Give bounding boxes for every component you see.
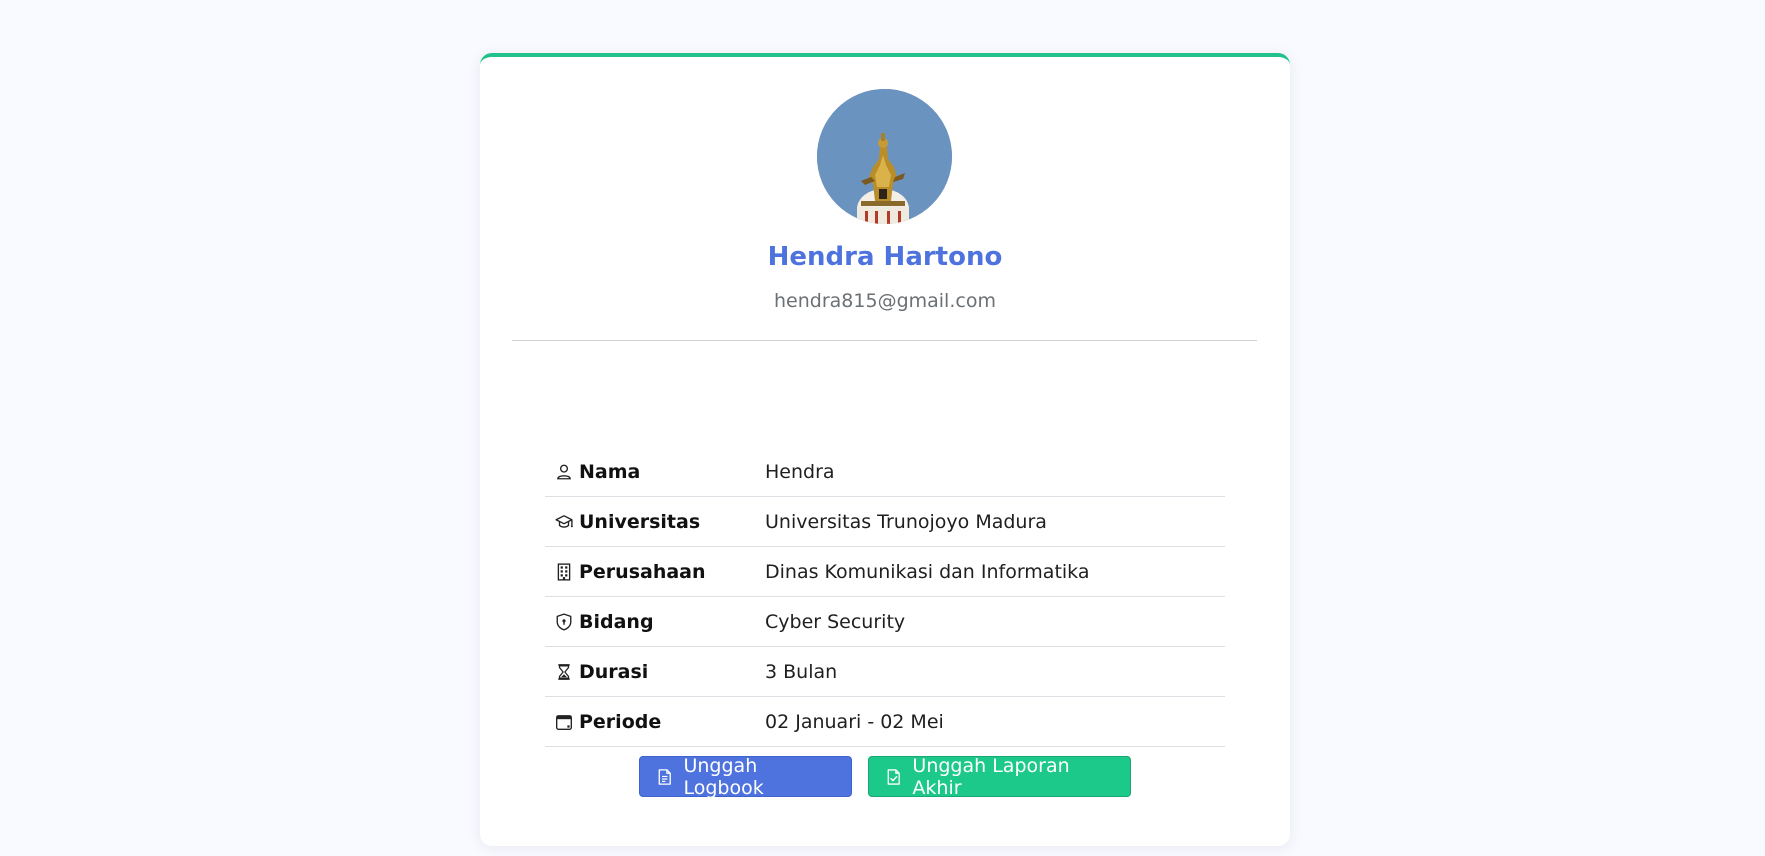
row-label: Durasi <box>579 660 649 683</box>
divider <box>512 340 1257 341</box>
row-label-cell: Perusahaan <box>545 561 765 583</box>
avatar-photo <box>817 89 952 224</box>
table-row: Bidang Cyber Security <box>545 597 1225 647</box>
profile-email: hendra815@gmail.com <box>774 290 996 312</box>
row-label: Bidang <box>579 610 654 633</box>
row-value: Hendra <box>765 460 835 483</box>
row-label-cell: Universitas <box>545 511 765 533</box>
profile-card: Hendra Hartono hendra815@gmail.com Nama … <box>480 53 1290 846</box>
row-label-cell: Periode <box>545 711 765 733</box>
profile-name: Hendra Hartono <box>767 242 1003 272</box>
file-check-icon <box>887 768 900 785</box>
upload-logbook-label: Unggah Logbook <box>683 754 764 799</box>
info-table: Nama Hendra Universitas Universitas Trun… <box>545 447 1225 747</box>
row-label: Perusahaan <box>579 560 706 583</box>
shield-icon <box>556 612 572 631</box>
row-value: 02 Januari - 02 Mei <box>765 710 944 733</box>
row-label-cell: Durasi <box>545 661 765 683</box>
row-value: 3 Bulan <box>765 660 838 683</box>
row-value: Cyber Security <box>765 610 906 633</box>
upload-final-report-button[interactable]: Unggah Laporan Akhir <box>868 754 1131 799</box>
row-label: Universitas <box>579 510 701 533</box>
upload-final-report-label: Unggah Laporan Akhir <box>912 754 1070 799</box>
row-label-cell: Bidang <box>545 611 765 633</box>
action-buttons: Unggah Logbook Unggah Laporan Akhir <box>480 754 1290 799</box>
graduation-cap-icon <box>555 514 573 528</box>
calendar-icon <box>556 714 572 730</box>
avatar <box>817 89 952 224</box>
row-value: Universitas Trunojoyo Madura <box>765 510 1047 533</box>
table-row: Nama Hendra <box>545 447 1225 497</box>
row-label-cell: Nama <box>545 461 765 483</box>
table-row: Periode 02 Januari - 02 Mei <box>545 697 1225 747</box>
table-row: Perusahaan Dinas Komunikasi dan Informat… <box>545 547 1225 597</box>
table-row: Universitas Universitas Trunojoyo Madura <box>545 497 1225 547</box>
row-label: Nama <box>579 460 641 483</box>
table-row: Durasi 3 Bulan <box>545 647 1225 697</box>
upload-logbook-button[interactable]: Unggah Logbook <box>639 754 852 799</box>
row-label: Periode <box>579 710 662 733</box>
hourglass-icon <box>558 663 570 680</box>
row-value: Dinas Komunikasi dan Informatika <box>765 560 1090 583</box>
building-icon <box>557 562 571 581</box>
file-text-icon <box>658 768 671 785</box>
person-icon <box>557 464 571 479</box>
